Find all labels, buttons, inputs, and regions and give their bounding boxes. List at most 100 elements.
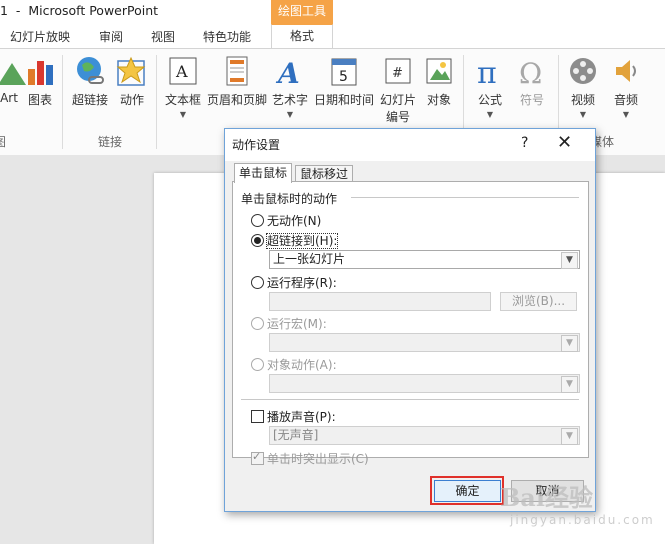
object-button[interactable]: 对象 <box>423 55 455 108</box>
option-hyperlink-label: 超链接到(H): <box>265 233 339 249</box>
hyperlink-label: 超链接 <box>71 93 108 107</box>
sound-value: [无声音] <box>273 428 319 442</box>
smartart-icon <box>0 55 26 87</box>
symbol-label: 符号 <box>519 93 544 107</box>
macro-select[interactable]: ▼ <box>269 333 580 352</box>
action-star-icon <box>116 55 148 87</box>
wordart-icon: A <box>274 55 306 90</box>
chevron-down-icon: ▼ <box>486 110 494 119</box>
watermark-text-2: 经验 <box>544 483 593 512</box>
browse-button[interactable]: 浏览(B)... <box>500 292 577 311</box>
sound-select[interactable]: [无声音] ▼ <box>269 426 580 445</box>
header-footer-button[interactable]: 页眉和页脚 <box>206 55 268 108</box>
radio-icon[interactable] <box>251 214 264 227</box>
close-icon[interactable]: ✕ <box>557 132 572 153</box>
radio-icon[interactable] <box>251 276 264 289</box>
chevron-down-icon: ▼ <box>179 110 187 119</box>
tab-special-features[interactable]: 特色功能 <box>203 28 251 45</box>
chevron-down-icon: ▼ <box>622 110 630 119</box>
chevron-down-icon[interactable]: ▼ <box>561 335 578 352</box>
checkbox-checked-icon[interactable] <box>251 450 264 465</box>
header-footer-icon <box>221 55 253 87</box>
pi-icon: π <box>474 55 506 91</box>
chevron-down-icon[interactable]: ▼ <box>561 376 578 393</box>
speaker-icon <box>610 55 642 87</box>
textbox-label: 文本框 <box>164 93 201 107</box>
option-hyperlink[interactable]: 超链接到(H): <box>251 232 339 249</box>
drawing-tools-context-label: 绘图工具 <box>271 0 333 24</box>
help-button[interactable]: ? <box>521 135 528 151</box>
video-label: 视频 <box>570 93 595 107</box>
slide-number-label-line2: 编号 <box>385 110 410 124</box>
textbox-button[interactable]: A 文本框 ▼ <box>163 55 203 119</box>
ribbon-tab-row: 幻灯片放映 审阅 视图 特色功能 格式 <box>0 24 665 48</box>
group-label-images: 图 <box>0 135 7 149</box>
radio-selected-icon[interactable] <box>251 234 264 247</box>
option-object-action[interactable]: 对象动作(A): <box>251 356 337 373</box>
radio-icon[interactable] <box>251 358 264 371</box>
tab-slideshow[interactable]: 幻灯片放映 <box>10 28 70 45</box>
chart-button[interactable]: 图表 <box>25 55 55 108</box>
svg-text:Ω: Ω <box>519 57 542 87</box>
wordart-button[interactable]: A 艺术字 ▼ <box>270 55 310 119</box>
audio-label: 音频 <box>613 93 638 107</box>
chevron-down-icon: ▼ <box>579 110 587 119</box>
chevron-down-icon[interactable]: ▼ <box>561 428 578 445</box>
hyperlink-target-select[interactable]: 上一张幻灯片 ▼ <box>269 250 580 269</box>
slide-number-icon: # <box>382 55 414 87</box>
omega-icon: Ω <box>516 55 548 90</box>
checkbox-icon[interactable] <box>251 410 264 423</box>
equation-label: 公式 <box>477 93 502 107</box>
chevron-down-icon: ▼ <box>286 110 294 119</box>
section-label: 单击鼠标时的动作 <box>241 192 338 206</box>
dialog-body: 单击鼠标 鼠标移过 单击鼠标时的动作 无动作(N) 超链接到(H): 上一张幻灯… <box>225 161 595 511</box>
tab-mouse-click[interactable]: 单击鼠标 <box>234 163 293 183</box>
play-sound-option[interactable]: 播放声音(P): <box>251 408 336 425</box>
option-no-action[interactable]: 无动作(N) <box>251 212 321 229</box>
baidu-watermark: Bai经验 jingyan.baidu.com <box>500 478 660 532</box>
dialog-title: 动作设置 <box>232 138 281 152</box>
svg-text:A: A <box>175 62 188 81</box>
smartart-label: Art <box>0 91 18 105</box>
program-path-input[interactable] <box>269 292 491 311</box>
object-action-select[interactable]: ▼ <box>269 374 580 393</box>
equation-button[interactable]: π 公式 ▼ <box>472 55 508 119</box>
header-footer-label: 页眉和页脚 <box>206 93 267 107</box>
option-no-action-label: 无动作(N) <box>267 214 322 228</box>
tab-panel: 单击鼠标时的动作 无动作(N) 超链接到(H): 上一张幻灯片 ▼ 运行程序(R… <box>232 181 589 466</box>
option-run-macro[interactable]: 运行宏(M): <box>251 315 327 332</box>
tab-review[interactable]: 审阅 <box>99 28 123 45</box>
ribbon-separator <box>156 55 157 149</box>
action-button[interactable]: 动作 <box>116 55 148 108</box>
ribbon-separator <box>62 55 63 149</box>
video-button[interactable]: 视频 ▼ <box>565 55 601 119</box>
chevron-down-icon[interactable]: ▼ <box>561 252 578 269</box>
textbox-icon: A <box>167 55 199 87</box>
svg-text:5: 5 <box>339 69 348 85</box>
ok-button-highlight-box <box>430 476 504 505</box>
action-label: 动作 <box>119 93 144 107</box>
slide-number-button[interactable]: # 幻灯片 编号 <box>378 55 418 125</box>
date-time-label: 日期和时间 <box>313 93 374 107</box>
radio-icon[interactable] <box>251 317 264 330</box>
smartart-button[interactable]: Art <box>0 55 26 105</box>
symbol-button[interactable]: Ω 符号 <box>514 55 550 108</box>
divider <box>241 399 579 400</box>
option-run-program[interactable]: 运行程序(R): <box>251 274 337 291</box>
tab-format[interactable]: 格式 <box>271 24 333 48</box>
action-settings-dialog: 动作设置 ? ✕ 单击鼠标 鼠标移过 单击鼠标时的动作 无动作(N) 超链接到(… <box>224 128 596 512</box>
svg-text:#: # <box>392 66 403 81</box>
object-label: 对象 <box>426 93 451 107</box>
date-time-button[interactable]: 5 日期和时间 <box>313 55 375 108</box>
option-run-macro-label: 运行宏(M): <box>267 317 327 331</box>
hyperlink-target-value: 上一张幻灯片 <box>273 252 346 266</box>
hyperlink-button[interactable]: 超链接 <box>70 55 110 108</box>
watermark-text: Bai <box>500 483 545 512</box>
wordart-label: 艺术字 <box>271 93 308 107</box>
tab-view[interactable]: 视图 <box>151 28 175 45</box>
audio-button[interactable]: 音频 ▼ <box>608 55 644 119</box>
highlight-click-option[interactable]: 单击时突出显示(C) <box>251 450 369 467</box>
hyperlink-globe-icon <box>74 55 106 87</box>
title-bar: 1 - Microsoft PowerPoint 绘图工具 <box>0 0 665 24</box>
object-icon <box>423 55 455 87</box>
